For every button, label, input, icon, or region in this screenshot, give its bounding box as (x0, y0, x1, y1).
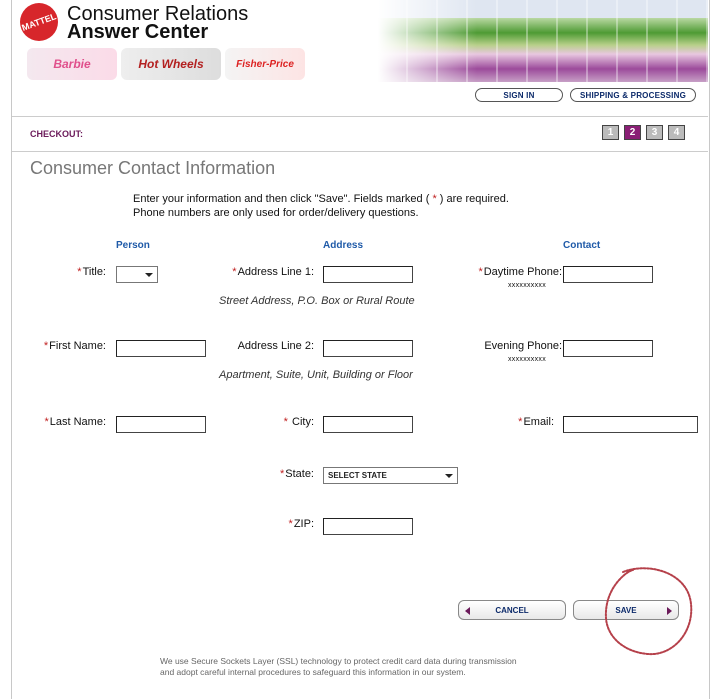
checkout-steps: 1 2 3 4 (602, 125, 685, 140)
site-title-line2: Answer Center (67, 21, 209, 43)
instructions-line2: Phone numbers are only used for order/de… (133, 207, 419, 219)
checkout-step-4[interactable]: 4 (668, 125, 685, 140)
title-label-text: Title: (82, 266, 106, 278)
evening-phone-field[interactable] (563, 340, 653, 357)
header-decoration (378, 0, 708, 82)
first-name-label-text: First Name: (49, 340, 106, 352)
mattel-logo: MATTEL (20, 3, 58, 41)
checkout-bar: CHECKOUT: 1 2 3 4 (12, 116, 708, 152)
required-star: * (478, 266, 483, 278)
cancel-button[interactable]: CANCEL (458, 600, 566, 620)
zip-label-text: ZIP: (293, 518, 314, 530)
column-person: Person (116, 240, 150, 251)
instructions-text: Enter your information and then click "S… (133, 193, 433, 205)
shipping-processing-button[interactable]: SHIPPING & PROCESSING (570, 88, 696, 102)
title-select[interactable] (116, 266, 158, 283)
email-label-text: Email: (523, 416, 554, 428)
daytime-phone-label-text: Daytime Phone: (483, 266, 562, 278)
title-label: *Title: (40, 266, 106, 278)
site-header: MATTEL Consumer Relations Answer Center … (12, 0, 708, 86)
zip-field[interactable] (323, 518, 413, 535)
first-name-field[interactable] (116, 340, 206, 357)
city-field[interactable] (323, 416, 413, 433)
barbie-logo: Barbie (27, 48, 117, 80)
security-notice-line2: and adopt careful internal procedures to… (160, 667, 466, 677)
address-line2-label: Address Line 2: (237, 340, 314, 352)
required-star: * (232, 266, 237, 278)
sign-in-button[interactable]: SIGN IN (475, 88, 563, 102)
email-label: *Email: (490, 416, 554, 428)
annotation-circle (604, 567, 693, 656)
address-line2-field[interactable] (323, 340, 413, 357)
instructions-line1: Enter your information and then click "S… (133, 192, 509, 206)
required-star: * (43, 340, 49, 352)
brand-strip: Barbie Hot Wheels Fisher-Price (27, 48, 305, 82)
state-select[interactable]: SELECT STATE (323, 467, 458, 484)
daytime-phone-label: *Daytime Phone: (460, 266, 562, 278)
chevron-down-icon (145, 273, 153, 277)
column-contact: Contact (563, 240, 601, 251)
last-name-label: *Last Name: (20, 416, 106, 428)
last-name-field[interactable] (116, 416, 206, 433)
chevron-down-icon (445, 474, 453, 478)
instructions-text-end: ) are required. (436, 193, 509, 205)
first-name-label: *First Name: (20, 340, 106, 352)
checkout-label: CHECKOUT: (30, 129, 83, 139)
security-notice-line1: We use Secure Sockets Layer (SSL) techno… (160, 656, 517, 666)
state-label: *State: (250, 468, 314, 480)
required-star: * (518, 416, 523, 428)
address-line2-hint: Apartment, Suite, Unit, Building or Floo… (219, 369, 413, 381)
address-line1-hint: Street Address, P.O. Box or Rural Route (219, 295, 415, 307)
city-label-text: City: (292, 416, 314, 428)
column-address: Address (323, 240, 364, 251)
checkout-step-3[interactable]: 3 (646, 125, 663, 140)
evening-phone-label: Evening Phone: (484, 340, 562, 352)
last-name-label-text: Last Name: (49, 416, 106, 428)
address-line1-label: *Address Line 1: (200, 266, 314, 278)
daytime-phone-field[interactable] (563, 266, 653, 283)
zip-label: *ZIP: (250, 518, 314, 530)
checkout-step-2[interactable]: 2 (624, 125, 641, 140)
evening-phone-format: xxxxxxxxxx (508, 356, 546, 363)
fisher-price-logo: Fisher-Price (225, 48, 305, 80)
email-field[interactable] (563, 416, 698, 433)
required-star: * (288, 518, 293, 530)
city-label: * City: (250, 416, 314, 428)
hot-wheels-logo: Hot Wheels (121, 48, 221, 80)
state-label-text: State: (285, 468, 314, 480)
required-star: * (77, 266, 82, 278)
address-line1-field[interactable] (323, 266, 413, 283)
state-select-value: SELECT STATE (328, 471, 387, 480)
address-line1-label-text: Address Line 1: (237, 266, 314, 278)
daytime-phone-format: xxxxxxxxxx (508, 282, 546, 289)
page-title: Consumer Contact Information (30, 158, 276, 178)
security-notice: We use Secure Sockets Layer (SSL) techno… (160, 656, 580, 678)
required-star: * (44, 416, 49, 428)
checkout-step-1[interactable]: 1 (602, 125, 619, 140)
required-star: * (279, 468, 285, 480)
cancel-button-label: CANCEL (495, 605, 529, 615)
required-star: * (283, 416, 288, 428)
arrow-left-icon (465, 607, 470, 615)
instructions: Enter your information and then click "S… (133, 192, 509, 220)
